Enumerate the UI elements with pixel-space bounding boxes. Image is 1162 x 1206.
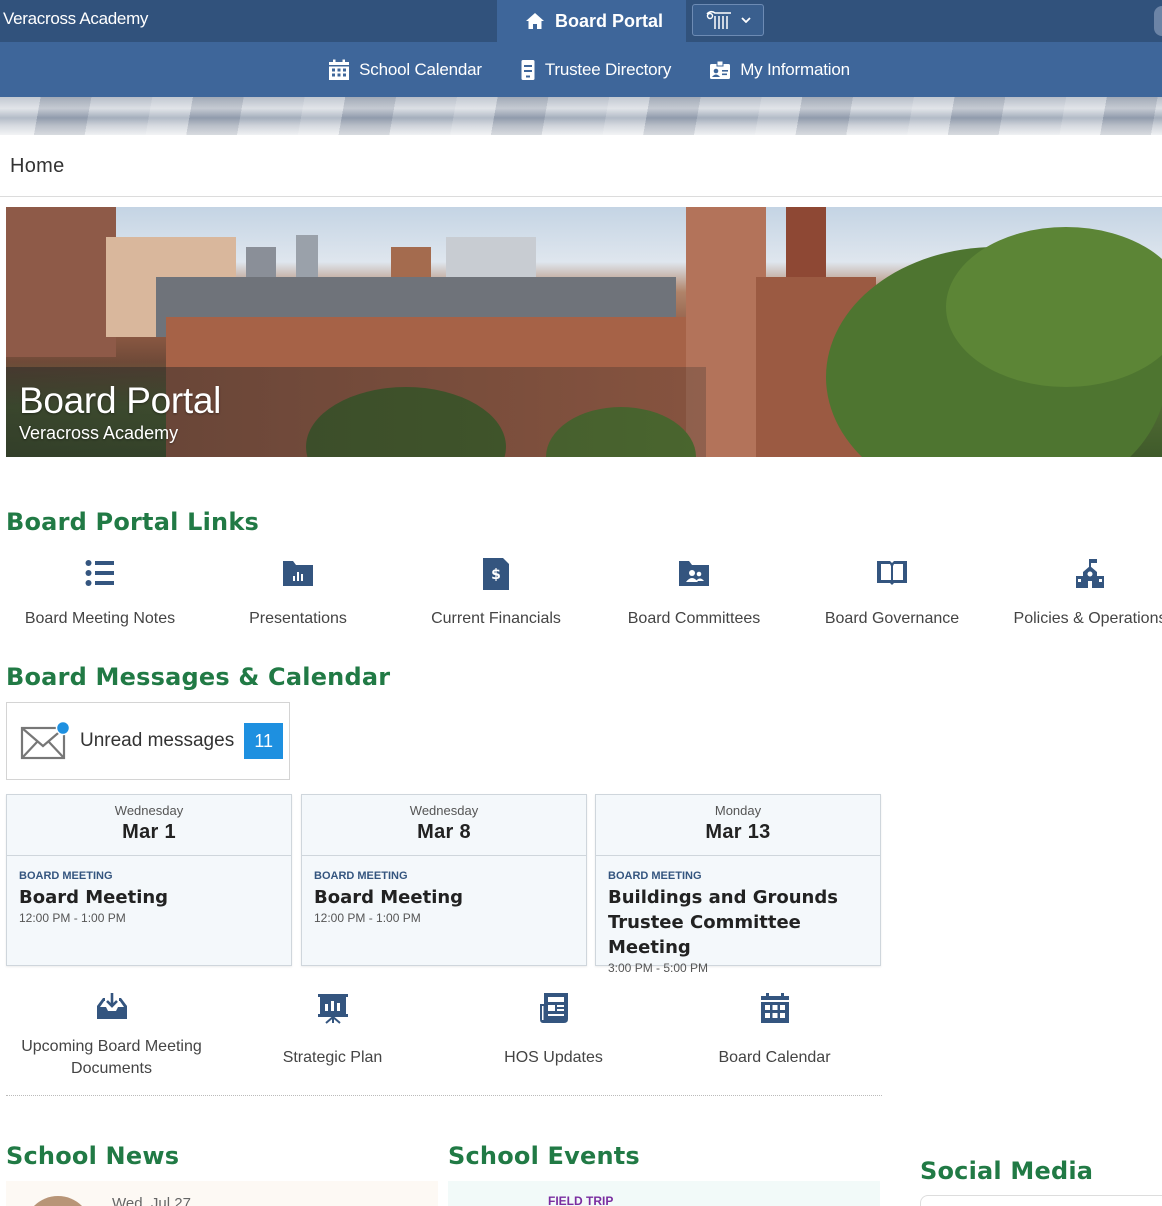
dollar-document-icon: $ [483, 558, 509, 590]
school-event-item[interactable]: FIELD TRIP [448, 1181, 880, 1206]
board-portal-links: Board Meeting Notes Presentations $ Curr… [0, 558, 1162, 638]
portal-switcher[interactable] [692, 4, 764, 36]
link-hos-updates-label: HOS Updates [504, 1049, 603, 1066]
home-icon [526, 13, 544, 29]
people-folder-icon [679, 561, 709, 586]
list-icon [85, 560, 114, 586]
school-event-category: FIELD TRIP [548, 1194, 614, 1206]
newsletter-icon [539, 993, 568, 1023]
event-card[interactable]: Wednesday Mar 1 BOARD MEETING Board Meet… [6, 794, 292, 966]
divider [0, 196, 1162, 197]
directory-icon [521, 59, 535, 80]
board-portal-links-heading: Board Portal Links [6, 508, 259, 536]
link-board-committees[interactable]: Board Committees [595, 558, 793, 628]
section-divider [6, 1095, 882, 1096]
event-date: Mar 13 [705, 821, 771, 843]
news-date: Wed, Jul 27 [112, 1195, 191, 1206]
event-card[interactable]: Wednesday Mar 8 BOARD MEETING Board Meet… [301, 794, 587, 966]
event-date: Mar 1 [122, 821, 176, 843]
unread-messages-label: Unread messages [80, 730, 235, 751]
board-document-links: Upcoming Board Meeting Documents Strateg… [0, 992, 886, 1082]
nav-school-calendar-label: School Calendar [359, 59, 482, 79]
event-category: BOARD MEETING [19, 870, 113, 882]
link-strategic-plan-label: Strategic Plan [282, 1049, 383, 1066]
link-strategic-plan[interactable]: Strategic Plan [222, 992, 443, 1069]
top-bar: Veracross Academy Board Portal [0, 0, 1162, 42]
main-nav: School Calendar Trustee Directory My Inf… [0, 42, 1162, 97]
hero-title: Board Portal [19, 380, 222, 421]
chevron-down-icon [741, 17, 751, 23]
link-board-meeting-notes[interactable]: Board Meeting Notes [1, 558, 199, 628]
social-media-heading: Social Media [920, 1157, 1094, 1185]
link-board-calendar[interactable]: Board Calendar [664, 992, 885, 1069]
nav-trustee-directory-label: Trustee Directory [544, 59, 672, 79]
link-board-governance[interactable]: Board Governance [793, 558, 991, 628]
nav-trustee-directory[interactable]: Trustee Directory [520, 59, 671, 81]
board-messages-heading: Board Messages & Calendar [6, 663, 391, 691]
link-board-meeting-notes-label: Board Meeting Notes [24, 610, 176, 627]
event-card[interactable]: Monday Mar 13 BOARD MEETING Buildings an… [595, 794, 881, 975]
board-portal-tab[interactable]: Board Portal [497, 0, 686, 42]
scroll-handle [1154, 6, 1162, 36]
envelope-icon [20, 720, 70, 760]
breadcrumb: Home [10, 155, 65, 177]
event-date: Mar 8 [417, 821, 471, 843]
svg-text:$: $ [491, 567, 501, 583]
header-banner-image [0, 97, 1162, 135]
board-portal-tab-label: Board Portal [555, 10, 664, 31]
nav-school-calendar[interactable]: School Calendar [328, 59, 482, 81]
event-title: Board Meeting [314, 887, 464, 908]
event-time: 12:00 PM - 1:00 PM [19, 911, 126, 925]
link-upcoming-documents[interactable]: Upcoming Board Meeting Documents [1, 992, 222, 1080]
id-card-icon [710, 60, 731, 79]
event-day-of-week: Wednesday [409, 803, 479, 818]
school-events-heading: School Events [448, 1142, 640, 1170]
event-time: 12:00 PM - 1:00 PM [314, 911, 421, 925]
link-current-financials[interactable]: $ Current Financials [397, 558, 595, 628]
link-board-committees-label: Board Committees [627, 610, 761, 627]
presentation-icon [317, 994, 348, 1024]
event-title: Buildings and Grounds Trustee Committee … [608, 887, 838, 958]
book-icon [877, 561, 907, 585]
link-policies-operations-label: Policies & Operations [1013, 610, 1162, 627]
hero-subtitle: Veracross Academy [19, 423, 179, 443]
link-board-governance-label: Board Governance [824, 610, 960, 627]
link-board-calendar-label: Board Calendar [718, 1049, 831, 1066]
column-logo-icon [706, 10, 731, 29]
school-news-heading: School News [6, 1142, 180, 1170]
event-day-of-week: Wednesday [114, 803, 184, 818]
social-media-feed [920, 1195, 1162, 1206]
inbox-download-icon [96, 993, 127, 1019]
link-current-financials-label: Current Financials [431, 610, 561, 627]
school-name[interactable]: Veracross Academy [3, 9, 148, 29]
link-policies-operations[interactable]: Policies & Operations [991, 558, 1162, 628]
chart-folder-icon [283, 561, 313, 586]
calendar-icon [329, 59, 350, 80]
hero-banner: Board Portal Veracross Academy [6, 207, 1162, 457]
calendar-icon [760, 993, 789, 1023]
unread-count-badge: 11 [244, 723, 284, 759]
link-presentations-label: Presentations [249, 610, 347, 627]
event-day-of-week: Monday [714, 803, 762, 818]
link-hos-updates[interactable]: HOS Updates [443, 992, 664, 1069]
event-category: BOARD MEETING [314, 870, 408, 882]
link-upcoming-documents-label: Upcoming Board Meeting Documents [21, 1038, 202, 1077]
event-title: Board Meeting [19, 887, 169, 908]
upcoming-events: Wednesday Mar 1 BOARD MEETING Board Meet… [6, 794, 882, 975]
news-item[interactable]: Wed, Jul 27 [6, 1181, 438, 1206]
news-thumbnail [24, 1196, 92, 1206]
school-icon [1076, 559, 1104, 588]
nav-my-information[interactable]: My Information [709, 60, 850, 80]
unread-messages-widget[interactable]: Unread messages 11 [6, 702, 290, 780]
nav-my-information-label: My Information [740, 59, 850, 79]
event-time: 3:00 PM - 5:00 PM [608, 961, 709, 975]
link-presentations[interactable]: Presentations [199, 558, 397, 628]
event-category: BOARD MEETING [608, 870, 702, 882]
